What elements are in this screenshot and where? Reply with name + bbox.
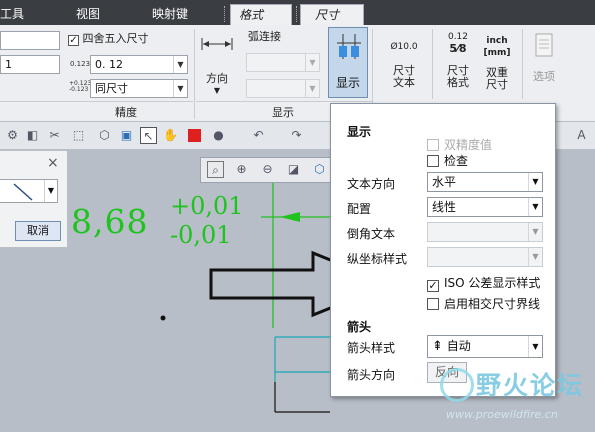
- color-square-icon[interactable]: [186, 127, 203, 144]
- zoom-window-icon[interactable]: ⌕: [207, 161, 224, 178]
- arrow-span-icon[interactable]: [200, 37, 234, 51]
- display-options-popup: 显示 双精度值 检查 文本方向 水平 ▼ 配置 线性 ▼ 倒角文本 ▼ 纵坐标样式 …: [330, 103, 556, 397]
- ordinate-style-label: 纵坐标样式: [347, 252, 408, 266]
- precision-group-label: 精度: [115, 106, 137, 119]
- redo-icon[interactable]: ↷: [288, 127, 305, 144]
- display-button-label: 显示: [336, 76, 361, 90]
- close-icon[interactable]: ×: [47, 155, 59, 171]
- iso-tolerance-checkbox[interactable]: ✓ ISO 公差显示样式: [427, 274, 540, 292]
- select-arrow-icon[interactable]: ↖: [140, 127, 157, 144]
- chevron-down-icon: ▼: [305, 54, 319, 71]
- tab-dimension[interactable]: 尺寸: [300, 4, 364, 25]
- tab-separator: [224, 6, 225, 22]
- zoom-out-icon[interactable]: ⊖: [259, 161, 276, 178]
- chevron-down-icon: ▼: [528, 223, 542, 241]
- precision-icon: 0.123: [70, 60, 91, 68]
- sphere-icon[interactable]: ●: [210, 127, 227, 144]
- round-dims-checkbox[interactable]: ✓ 四舍五入尺寸: [68, 30, 149, 46]
- divider: [0, 101, 193, 102]
- tool-icon[interactable]: ⬚: [70, 127, 87, 144]
- tab-view[interactable]: 视图: [76, 4, 100, 25]
- section-arrow-heading: 箭头: [347, 320, 372, 334]
- dimension-text-icon: Ø10.0: [390, 42, 418, 52]
- arc-connect-select[interactable]: ▼: [246, 53, 320, 72]
- display-group-label: 显示: [272, 106, 294, 119]
- tool-icon[interactable]: ◧: [24, 127, 41, 144]
- checkbox-box[interactable]: ✓: [68, 35, 79, 46]
- arrow-style-label: 箭头样式: [347, 341, 396, 355]
- left-dialog-panel: × ▼ 取消: [0, 150, 68, 248]
- chevron-down-icon: ▼: [528, 336, 542, 357]
- tab-separator: [296, 6, 297, 22]
- view-toolbar: ⌕ ⊕ ⊖ ◪ ⬡: [200, 157, 332, 183]
- orient-icon[interactable]: ⬡: [311, 161, 328, 178]
- ordinate-style-select[interactable]: ▼: [427, 247, 543, 267]
- chevron-down-icon: ▼: [528, 198, 542, 216]
- tool-icon[interactable]: ⚙: [4, 127, 21, 144]
- dimension-value[interactable]: 8,68: [71, 202, 148, 241]
- cube-icon[interactable]: ⬡: [96, 127, 113, 144]
- enable-intersect-checkbox[interactable]: 启用相交尺寸界线: [427, 295, 540, 312]
- tool-icon[interactable]: ✂: [46, 127, 63, 144]
- refit-icon[interactable]: ◪: [285, 161, 302, 178]
- zoom-in-icon[interactable]: ⊕: [233, 161, 250, 178]
- ribbon-tab-bar: 工具 视图 映射键 格式 尺寸: [0, 0, 595, 25]
- tolerance-select[interactable]: 0. 12 ▼: [90, 55, 188, 74]
- arrow-direction-label: 箭头方向: [347, 368, 396, 382]
- tolerance-lower[interactable]: -0,01: [170, 221, 232, 249]
- tab-mapkeys[interactable]: 映射键: [152, 4, 188, 25]
- dimension-text-button[interactable]: Ø10.0 尺寸 文本: [384, 41, 424, 89]
- tab-format[interactable]: 格式: [230, 4, 292, 25]
- chevron-down-icon: ▼: [173, 80, 187, 97]
- cancel-button[interactable]: 取消: [15, 221, 61, 241]
- dual-dimension-button[interactable]: inch [mm] 双重 尺寸: [478, 35, 516, 91]
- double-precision-checkbox[interactable]: 双精度值: [427, 136, 492, 153]
- chevron-down-icon: ▼: [305, 80, 319, 97]
- tab-tools[interactable]: 工具: [0, 4, 24, 25]
- line-icon: [12, 182, 34, 205]
- direction-button[interactable]: 方向 ▼: [203, 73, 231, 97]
- globe-logo-icon: [440, 368, 474, 402]
- inspect-checkbox[interactable]: 检查: [427, 152, 468, 169]
- document-icon: [535, 33, 553, 60]
- divider: [432, 29, 433, 99]
- dimension-format-button[interactable]: 0.12 5⁄8 尺寸 格式: [438, 31, 478, 89]
- chevron-down-icon: ▼: [213, 86, 221, 95]
- undo-icon[interactable]: ↶: [250, 127, 267, 144]
- tolerance-mode-select[interactable]: 同尺寸 ▼: [90, 79, 188, 98]
- display-button[interactable]: 显示: [328, 27, 368, 98]
- tolerance-upper[interactable]: +0,01: [170, 192, 244, 220]
- chevron-down-icon: ▼: [173, 56, 187, 73]
- chamfer-text-label: 倒角文本: [347, 227, 396, 241]
- arrow-style-select[interactable]: ⇞ 自动 ▼: [427, 335, 543, 358]
- chevron-down-icon: ▼: [44, 180, 57, 202]
- section-display-heading: 显示: [347, 125, 372, 139]
- unknown-field-second[interactable]: 1: [0, 55, 60, 74]
- display-icon: [336, 33, 362, 64]
- watermark-url: www.proewildfire.cn: [446, 408, 558, 421]
- options-button[interactable]: 选项: [528, 33, 560, 83]
- text-style-icon[interactable]: A: [573, 127, 590, 144]
- config-select[interactable]: 线性 ▼: [427, 197, 543, 217]
- text-direction-select[interactable]: 水平 ▼: [427, 172, 543, 192]
- watermark-title: 野火论坛: [476, 371, 585, 400]
- divider: [522, 29, 523, 99]
- tolerance-icon: +0.123 -0.123: [69, 80, 92, 93]
- chamfer-text-select[interactable]: ▼: [427, 222, 543, 242]
- cube-icon[interactable]: ▣: [118, 127, 135, 144]
- divider: [194, 29, 195, 119]
- inch-mm-icon: inch: [486, 36, 508, 46]
- arc-connect-select-2[interactable]: ▼: [246, 79, 320, 98]
- chevron-down-icon: ▼: [528, 173, 542, 191]
- forum-watermark: 野火论坛 www.proewildfire.cn: [440, 366, 595, 432]
- chevron-down-icon: ▼: [528, 248, 542, 266]
- config-label: 配置: [347, 202, 372, 216]
- arrow-style-icon: ⇞: [432, 339, 443, 354]
- hand-icon[interactable]: ✋: [162, 127, 179, 144]
- unknown-field-top[interactable]: [0, 31, 60, 50]
- arc-connect-label: 弧连接: [248, 30, 281, 43]
- line-style-select[interactable]: ▼: [0, 179, 58, 203]
- divider: [196, 101, 372, 102]
- text-direction-label: 文本方向: [347, 177, 396, 191]
